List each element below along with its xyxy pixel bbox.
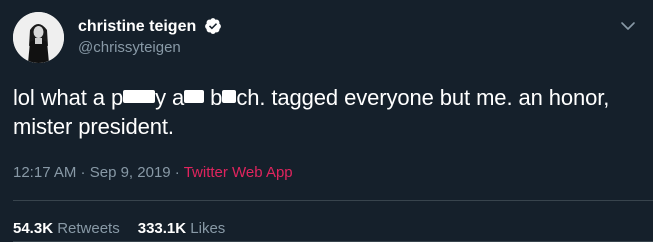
chevron-down-icon[interactable]	[620, 19, 636, 31]
likes-count: 333.1K	[137, 220, 187, 237]
divider	[13, 200, 653, 201]
meta-separator: ·	[170, 164, 184, 181]
tweet-text: lol what a py a b ch. tagged everyone but…	[13, 83, 643, 141]
tweet-stats: 54.3K Retweets 333.1K Likes	[13, 219, 225, 239]
author-handle[interactable]: @chrissyteigen	[78, 38, 222, 58]
redaction-block	[123, 90, 156, 103]
tweet-text-segment: y a	[155, 85, 185, 110]
author-block[interactable]: christine teigen @chrissyteigen	[78, 17, 222, 58]
retweets-stat[interactable]: 54.3K Retweets	[13, 220, 120, 237]
tweet-source-link[interactable]: Twitter Web App	[184, 164, 293, 181]
tweet-text-segment: lol what a p	[13, 85, 124, 110]
avatar[interactable]	[13, 12, 64, 63]
tweet-card: christine teigen @chrissyteigen lol what…	[0, 0, 653, 242]
likes-label: Likes	[186, 220, 226, 237]
meta-separator: ·	[76, 164, 90, 181]
tweet-text-segment: b	[204, 85, 223, 110]
avatar-image	[13, 12, 64, 63]
author-display-name[interactable]: christine teigen	[78, 17, 196, 37]
redaction-block	[222, 90, 237, 103]
tweet-time[interactable]: 12:17 AM	[13, 164, 76, 181]
tweet-meta: 12:17 AM · Sep 9, 2019 · Twitter Web App	[13, 163, 293, 183]
likes-stat[interactable]: 333.1K Likes	[138, 220, 226, 237]
redaction-block	[184, 90, 205, 103]
verified-badge-icon	[204, 17, 222, 35]
retweets-label: Retweets	[53, 220, 120, 237]
tweet-date[interactable]: Sep 9, 2019	[90, 164, 171, 181]
retweets-count: 54.3K	[13, 220, 54, 237]
